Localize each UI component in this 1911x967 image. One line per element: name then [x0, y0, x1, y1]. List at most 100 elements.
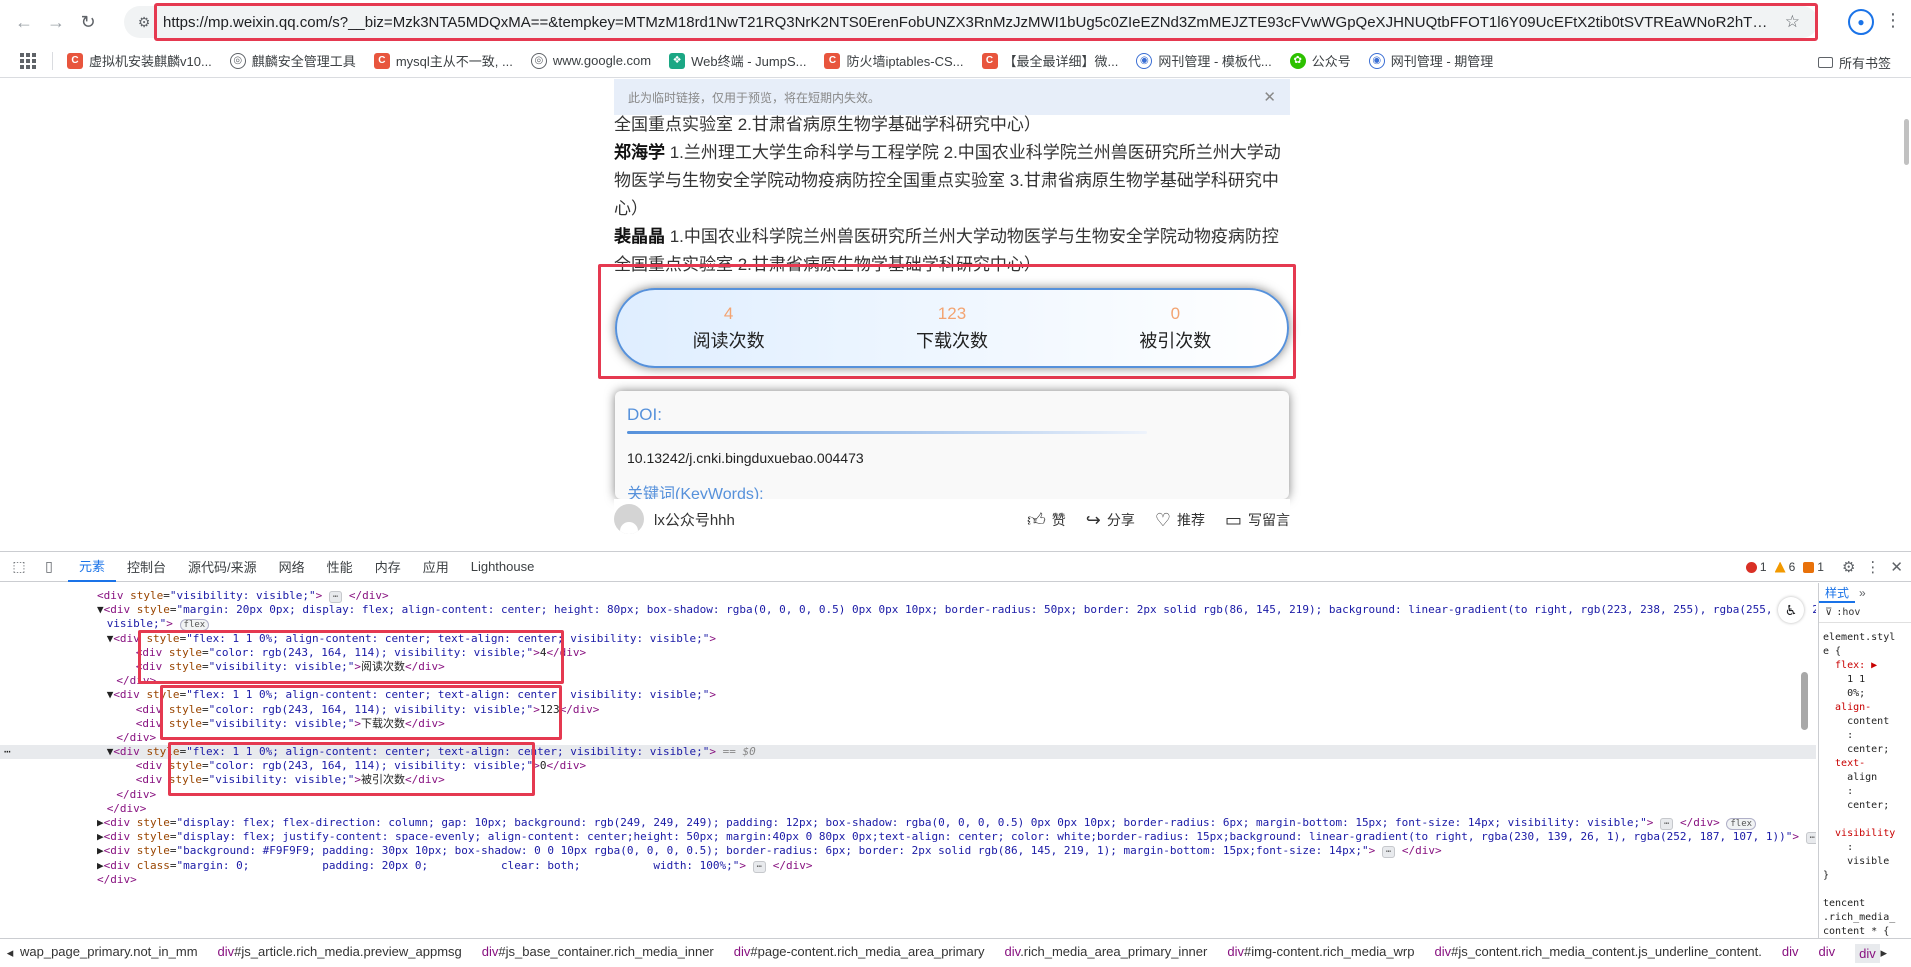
issue-count[interactable]: 1 [1803, 560, 1824, 574]
style-rule-line: 0%; [1823, 688, 1866, 699]
all-bookmarks-label: 所有书签 [1838, 56, 1891, 71]
settings-gear-icon[interactable]: ⚙ [1842, 558, 1855, 576]
tab-devtools[interactable]: 元素 [68, 552, 117, 582]
issue-icon [1803, 561, 1815, 573]
heart-icon: ♡ [1154, 509, 1171, 530]
style-rule-line [1823, 883, 1907, 897]
styles-filter[interactable]: ⊽:hov [1819, 603, 1911, 623]
tab-devtools[interactable]: 应用 [412, 552, 460, 582]
recommend-label: 推荐 [1176, 512, 1205, 528]
accessibility-icon[interactable]: ♿ [1778, 597, 1804, 623]
breadcrumb-tag: div [1004, 943, 1021, 959]
breadcrumb-item[interactable]: div [1782, 944, 1799, 963]
tab-styles[interactable]: 样式 [1819, 583, 1856, 603]
back-icon[interactable]: ← [8, 6, 40, 38]
breadcrumb-item[interactable]: div#js_base_container.rich_media_inner [482, 944, 714, 963]
bookmark-item[interactable]: ✿ 公众号 [1289, 51, 1351, 70]
node-actions-icon[interactable]: ⋯ [4, 745, 11, 759]
article-line-0: 全国重点实验室 2.甘肃省病原生物学基础学科研究中心） [614, 111, 1290, 139]
page-scrollbar[interactable] [1904, 119, 1909, 165]
bookmark-item[interactable]: C 虚拟机安装麒麟v10... [67, 51, 212, 70]
share-button[interactable]: ↪ 分享 [1086, 509, 1135, 531]
breadcrumb-scroll-right-icon[interactable]: ▸ [1880, 945, 1887, 961]
device-toolbar-icon[interactable]: ▯ [38, 556, 60, 578]
stat-value: 123 [937, 304, 967, 323]
breadcrumb-item[interactable]: div [1819, 944, 1836, 963]
apps-grid-icon[interactable] [20, 52, 36, 69]
dom-node-line[interactable]: ▶<div style="display: flex; flex-directi… [0, 816, 1816, 830]
breadcrumb-item[interactable]: div#js_content.rich_media_content.js_und… [1435, 944, 1762, 963]
author-affiliation: 1.兰州理工大学生命科学与工程学院 2.中国农业科学院兰州兽医研究所兰州大学动物… [614, 143, 1281, 218]
journal-icon: ◉ [1368, 52, 1385, 69]
more-tabs-icon[interactable]: » [1859, 586, 1866, 600]
dom-scrollbar[interactable] [1801, 672, 1808, 730]
bookmark-item[interactable]: ◎ 麒麟安全管理工具 [229, 51, 356, 70]
bookmark-label: Web终端 - JumpS... [691, 54, 807, 69]
globe-icon: ◎ [229, 52, 246, 69]
recommend-button[interactable]: ♡ 推荐 [1155, 509, 1205, 531]
bookmark-item[interactable]: C 【最全最详细】微... [981, 51, 1118, 70]
breadcrumb-item[interactable]: div#js_article.rich_media.preview_appmsg [218, 944, 462, 963]
bookmark-item[interactable]: ◉ 网刊管理 - 模板代... [1136, 51, 1272, 70]
breadcrumb-scroll-left-icon[interactable]: ◂ [0, 945, 20, 961]
close-devtools-icon[interactable]: ✕ [1890, 558, 1903, 576]
breadcrumb-item[interactable]: div#img-content.rich_media_wrp [1227, 944, 1414, 963]
temporary-link-notice: 此为临时链接，仅用于预览，将在短期内失效。 ✕ [614, 79, 1290, 115]
warning-count[interactable]: 6 [1774, 560, 1795, 574]
bookmark-item[interactable]: Cmysql主从不一致, ... [373, 51, 513, 70]
devtools-menu-icon[interactable]: ⋮ [1865, 558, 1880, 576]
dom-node-line[interactable]: <div style="visibility: visible;"> ⋯ </d… [0, 589, 1816, 603]
tab-devtools[interactable]: 性能 [316, 552, 364, 582]
bookmark-item[interactable]: ❖ Web终端 - JumpS... [669, 51, 806, 70]
style-rule-line: : [1823, 730, 1854, 741]
comment-button[interactable]: ▭ 写留言 [1225, 509, 1290, 531]
tab-devtools[interactable]: 内存 [364, 552, 412, 582]
like-button[interactable]: 👍︎ 赞 [1027, 509, 1066, 531]
address-bar[interactable]: ⚙ https://mp.weixin.qq.com/s?__biz=Mzk3N… [124, 3, 1818, 41]
dom-node-line[interactable]: ▶<div style="display: flex; justify-cont… [0, 830, 1816, 845]
account-name[interactable]: lx公众号hhh [654, 509, 735, 530]
tab-devtools[interactable]: 网络 [268, 552, 316, 582]
all-bookmarks-button[interactable]: 所有书签 [1817, 53, 1891, 72]
tab-devtools[interactable]: 控制台 [116, 552, 177, 582]
style-rule-line: content [1823, 716, 1890, 727]
reload-icon[interactable]: ↻ [72, 6, 104, 38]
devtools-panel: ⬚ ▯ 元素 控制台 源代码/来源 网络 性能 内存 应用 Lighthouse 1 6 1 … [0, 551, 1911, 967]
bookmark-star-icon[interactable]: ☆ [1785, 12, 1800, 32]
bookmark-item[interactable]: ◉ 网刊管理 - 期管理 [1368, 51, 1493, 70]
error-count[interactable]: 1 [1745, 560, 1767, 574]
breadcrumb-item[interactable]: div#page-content.rich_media_area_primary [734, 944, 985, 963]
inspect-element-icon[interactable]: ⬚ [8, 556, 30, 578]
dom-node-line[interactable]: </div> [0, 802, 1816, 816]
article-line-1: 郑海学 1.兰州理工大学生命科学与工程学院 2.中国农业科学院兰州兽医研究所兰州… [614, 139, 1290, 223]
dom-node-line[interactable]: ▼<div style="margin: 20px 0px; display: … [0, 603, 1816, 617]
avatar[interactable] [614, 504, 644, 534]
tab-devtools[interactable]: 源代码/来源 [177, 552, 268, 582]
dom-node-line[interactable]: ▶<div style="background: #F9F9F9; paddin… [0, 844, 1816, 859]
author-name: 裴晶晶 [614, 227, 665, 246]
bookmark-item[interactable]: ◎ www.google.com [530, 51, 651, 70]
devtools-tabbar: ⬚ ▯ 元素 控制台 源代码/来源 网络 性能 内存 应用 Lighthouse 1 6 1 … [0, 552, 1911, 582]
breadcrumb-item[interactable]: wap_page_primary.not_in_mm [20, 944, 198, 963]
dom-node-line[interactable]: ▶<div class="margin: 0; padding: 20px 0;… [0, 859, 1816, 873]
breadcrumb-item[interactable]: div.rich_media_area_primary_inner [1005, 944, 1208, 963]
forward-icon[interactable]: → [40, 6, 72, 38]
article-line-text: 全国重点实验室 2.甘肃省病原生物学基础学科研究中心） [614, 115, 1041, 134]
bookmark-item[interactable]: C 防火墙iptables-CS... [824, 51, 964, 70]
article-footer-bar: lx公众号hhh 👍︎ 赞 ↪ 分享 ♡ 推荐 ▭ 写留言 [614, 499, 1290, 539]
tab-devtools[interactable]: Lighthouse [460, 552, 546, 582]
profile-avatar-icon[interactable]: ● [1848, 9, 1874, 35]
breadcrumb-tag: div [1818, 943, 1836, 959]
breadcrumb-item[interactable]: div [1855, 943, 1880, 963]
breadcrumb-selector: #img-content.rich_media_wrp [1243, 943, 1415, 959]
kebab-menu-icon[interactable]: ⋮ [1884, 10, 1902, 31]
error-icon [1745, 561, 1757, 573]
breadcrumb-tag: div [1227, 943, 1244, 959]
notice-text: 此为临时链接，仅用于预览，将在短期内失效。 [628, 90, 881, 105]
dom-node-line[interactable]: </div> [0, 873, 1816, 887]
style-rule-line: align- [1823, 702, 1872, 713]
hov-toggle[interactable]: :hov [1836, 607, 1860, 618]
url-text[interactable]: https://mp.weixin.qq.com/s?__biz=Mzk3NTA… [163, 14, 1773, 31]
journal-icon: ◉ [1136, 52, 1153, 69]
close-icon[interactable]: ✕ [1263, 88, 1276, 106]
